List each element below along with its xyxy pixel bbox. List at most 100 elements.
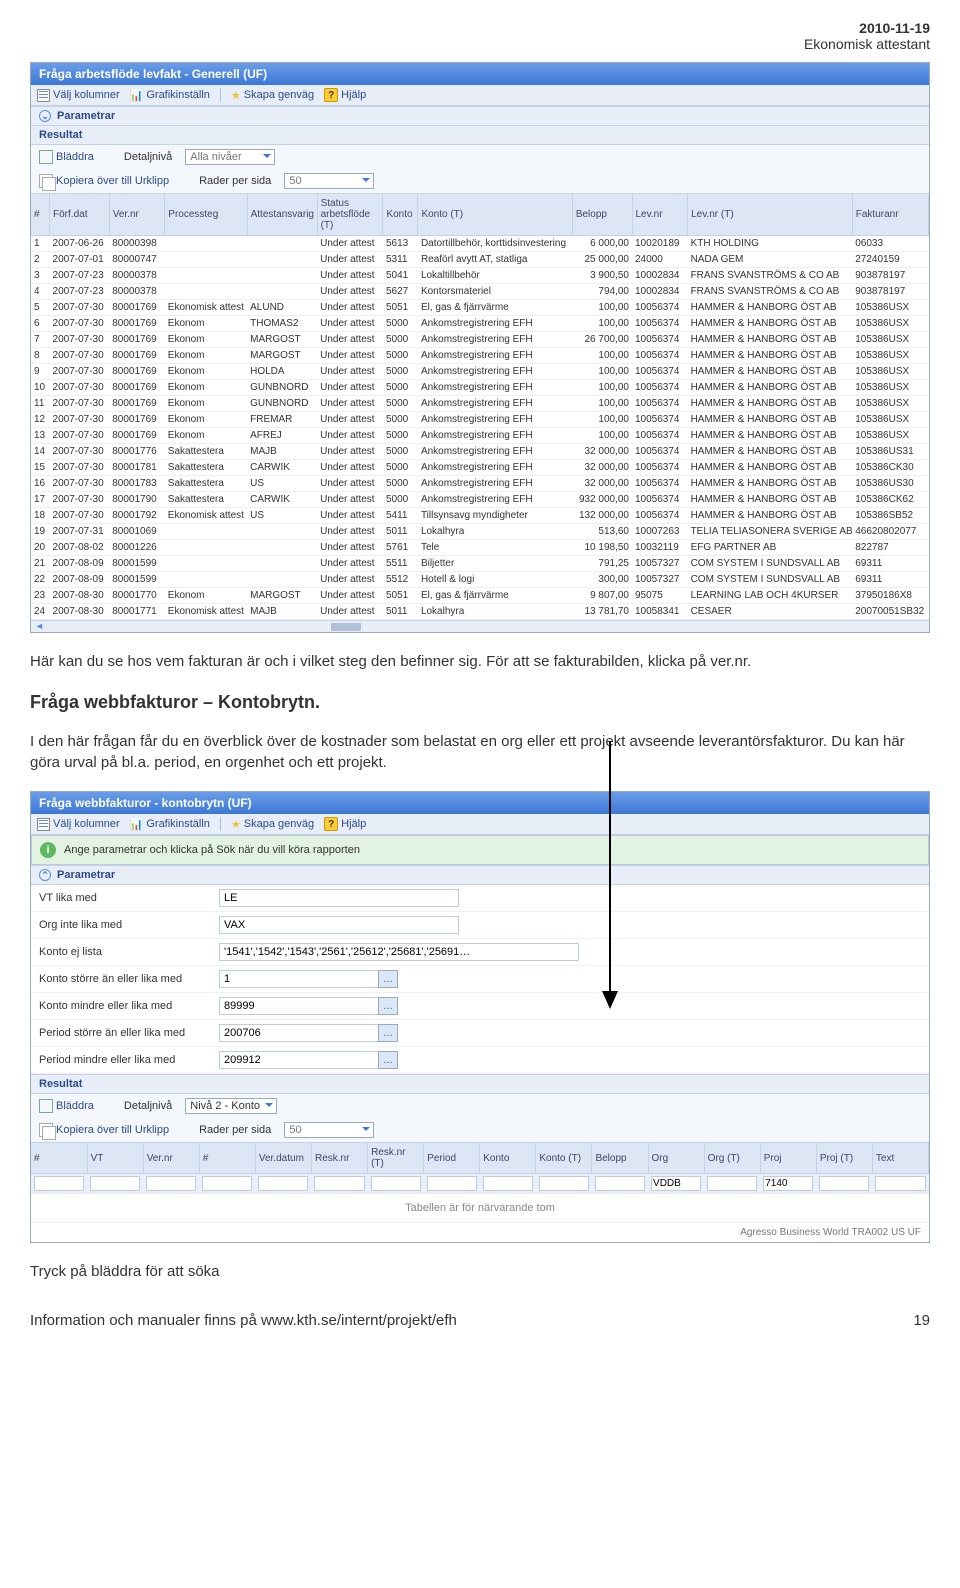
- browse-btn[interactable]: Bläddra: [39, 150, 94, 164]
- table-row[interactable]: 12007-06-2680000398Under attest5613Dator…: [31, 236, 929, 252]
- cell: 2007-08-30: [50, 588, 110, 604]
- col-header[interactable]: Period: [424, 1143, 480, 1174]
- choose-columns-btn[interactable]: Välj kolumner: [37, 89, 120, 102]
- filter-input[interactable]: [819, 1176, 869, 1191]
- col-header[interactable]: Ver.nr: [109, 194, 165, 236]
- col-header[interactable]: Konto: [480, 1143, 536, 1174]
- filter-input[interactable]: [314, 1176, 364, 1191]
- table-row[interactable]: 212007-08-0980001599Under attest5511Bilj…: [31, 556, 929, 572]
- filter-input[interactable]: [483, 1176, 533, 1191]
- table-row[interactable]: 202007-08-0280001226Under attest5761Tele…: [31, 540, 929, 556]
- param-input[interactable]: [219, 997, 379, 1015]
- col-header[interactable]: Ver.nr: [143, 1143, 199, 1174]
- table-row[interactable]: 92007-07-3080001769EkonomHOLDAUnder atte…: [31, 364, 929, 380]
- detail-level-select[interactable]: Alla nivåer: [185, 149, 275, 165]
- copy-clipboard-btn-2[interactable]: Kopiera över till Urklipp: [39, 1123, 169, 1137]
- col-header[interactable]: Resk.nr: [311, 1143, 367, 1174]
- rows-per-page-select[interactable]: 50: [284, 173, 374, 189]
- filter-input[interactable]: [595, 1176, 645, 1191]
- filter-input[interactable]: [146, 1176, 196, 1191]
- filter-input[interactable]: [707, 1176, 757, 1191]
- table-row[interactable]: 82007-07-3080001769EkonomMARGOSTUnder at…: [31, 348, 929, 364]
- help-btn[interactable]: ?Hjälp: [324, 88, 366, 102]
- col-header[interactable]: #: [199, 1143, 255, 1174]
- table-row[interactable]: 162007-07-3080001783SakattesteraUSUnder …: [31, 476, 929, 492]
- col-header[interactable]: Proj: [760, 1143, 816, 1174]
- browse-lookup-btn[interactable]: …: [378, 970, 398, 988]
- rows-per-page-select-2[interactable]: 50: [284, 1122, 374, 1138]
- col-header[interactable]: Konto: [383, 194, 418, 236]
- table-row[interactable]: 132007-07-3080001769EkonomAFREJUnder att…: [31, 428, 929, 444]
- param-input[interactable]: [219, 916, 459, 934]
- filter-input[interactable]: [651, 1176, 701, 1191]
- table-row[interactable]: 32007-07-2380000378Under attest5041Lokal…: [31, 268, 929, 284]
- table-row[interactable]: 122007-07-3080001769EkonomFREMARUnder at…: [31, 412, 929, 428]
- col-header[interactable]: Belopp: [572, 194, 632, 236]
- table-row[interactable]: 142007-07-3080001776SakattesteraMAJBUnde…: [31, 444, 929, 460]
- param-input[interactable]: [219, 1051, 379, 1069]
- table-row[interactable]: 222007-08-0980001599Under attest5512Hote…: [31, 572, 929, 588]
- parameters-section-2[interactable]: ⌃ Parametrar: [31, 865, 929, 885]
- table-row[interactable]: 62007-07-3080001769EkonomTHOMAS2Under at…: [31, 316, 929, 332]
- table-row[interactable]: 242007-08-3080001771Ekonomisk attestMAJB…: [31, 604, 929, 620]
- col-header[interactable]: Lev.nr: [632, 194, 688, 236]
- filter-input[interactable]: [371, 1176, 421, 1191]
- copy-clipboard-btn[interactable]: Kopiera över till Urklipp: [39, 174, 169, 188]
- chart-settings-btn[interactable]: 📊Grafikinställn: [130, 89, 210, 102]
- col-header[interactable]: Attestansvarig: [247, 194, 317, 236]
- help-btn-2[interactable]: ?Hjälp: [324, 817, 366, 831]
- col-header[interactable]: Konto (T): [418, 194, 572, 236]
- horizontal-scrollbar[interactable]: [31, 620, 929, 632]
- filter-input[interactable]: [875, 1176, 925, 1191]
- param-input[interactable]: [219, 889, 459, 907]
- table-row[interactable]: 182007-07-3080001792Ekonomisk attestUSUn…: [31, 508, 929, 524]
- choose-columns-btn-2[interactable]: Välj kolumner: [37, 818, 120, 831]
- col-header[interactable]: Org: [648, 1143, 704, 1174]
- col-header[interactable]: Processteg: [165, 194, 247, 236]
- table-row[interactable]: 52007-07-3080001769Ekonomisk attestALUND…: [31, 300, 929, 316]
- col-header[interactable]: Proj (T): [816, 1143, 872, 1174]
- browse-lookup-btn[interactable]: …: [378, 1024, 398, 1042]
- table-row[interactable]: 192007-07-3180001069Under attest5011Loka…: [31, 524, 929, 540]
- param-input[interactable]: [219, 1024, 379, 1042]
- cell: 2007-07-23: [50, 284, 110, 300]
- param-input[interactable]: [219, 943, 579, 961]
- table-row[interactable]: 102007-07-3080001769EkonomGUNBNORDUnder …: [31, 380, 929, 396]
- col-header[interactable]: Org (T): [704, 1143, 760, 1174]
- create-shortcut-btn[interactable]: ★Skapa genväg: [231, 89, 314, 102]
- param-input[interactable]: [219, 970, 379, 988]
- filter-input[interactable]: [258, 1176, 308, 1191]
- table-row[interactable]: 42007-07-2380000378Under attest5627Konto…: [31, 284, 929, 300]
- browse-lookup-btn[interactable]: …: [378, 1051, 398, 1069]
- detail-level-select-2[interactable]: Nivå 2 - Konto: [185, 1098, 277, 1114]
- col-header[interactable]: Ver.datum: [255, 1143, 311, 1174]
- browse-lookup-btn[interactable]: …: [378, 997, 398, 1015]
- create-shortcut-btn-2[interactable]: ★Skapa genväg: [231, 818, 314, 831]
- filter-input[interactable]: [539, 1176, 589, 1191]
- filter-input[interactable]: [763, 1176, 813, 1191]
- col-header[interactable]: Belopp: [592, 1143, 648, 1174]
- col-header[interactable]: Konto (T): [536, 1143, 592, 1174]
- table-row[interactable]: 72007-07-3080001769EkonomMARGOSTUnder at…: [31, 332, 929, 348]
- col-header[interactable]: #: [31, 1143, 87, 1174]
- col-header[interactable]: VT: [87, 1143, 143, 1174]
- filter-input[interactable]: [202, 1176, 252, 1191]
- filter-input[interactable]: [34, 1176, 84, 1191]
- table-row[interactable]: 112007-07-3080001769EkonomGUNBNORDUnder …: [31, 396, 929, 412]
- filter-input[interactable]: [90, 1176, 140, 1191]
- col-header[interactable]: Text: [872, 1143, 928, 1174]
- parameters-section[interactable]: ⌄ Parametrar: [31, 106, 929, 126]
- col-header[interactable]: Fakturanr: [852, 194, 928, 236]
- col-header[interactable]: Lev.nr (T): [688, 194, 853, 236]
- table-row[interactable]: 232007-08-3080001770EkonomMARGOSTUnder a…: [31, 588, 929, 604]
- table-row[interactable]: 22007-07-0180000747Under attest5311Reafö…: [31, 252, 929, 268]
- col-header[interactable]: Status arbetsflöde (T): [317, 194, 383, 236]
- col-header[interactable]: Resk.nr (T): [368, 1143, 424, 1174]
- table-row[interactable]: 172007-07-3080001790SakattesteraCARWIKUn…: [31, 492, 929, 508]
- browse-btn-2[interactable]: Bläddra: [39, 1099, 94, 1113]
- filter-input[interactable]: [427, 1176, 477, 1191]
- col-header[interactable]: Förf.dat: [50, 194, 110, 236]
- table-row[interactable]: 152007-07-3080001781SakattesteraCARWIKUn…: [31, 460, 929, 476]
- chart-settings-btn-2[interactable]: 📊Grafikinställn: [130, 818, 210, 831]
- col-header[interactable]: #: [31, 194, 50, 236]
